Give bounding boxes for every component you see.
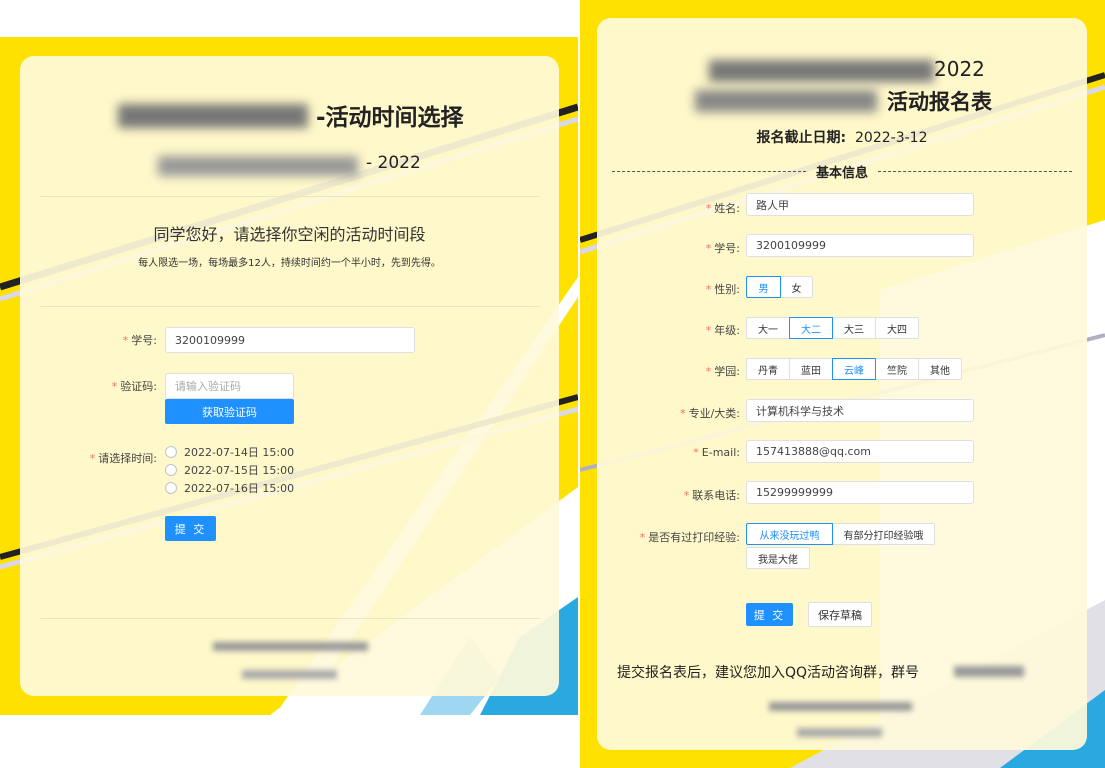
submit-button[interactable]: 提 交 [165, 516, 216, 541]
divider [40, 306, 540, 307]
time-label: * 请选择时间: [89, 452, 157, 465]
blurred-organization-name [709, 60, 934, 82]
radio-icon[interactable] [165, 482, 177, 494]
time-selection-page: -活动时间选择 - 2022 同学您好，请选择你空闲的活动时间段 每人限选一场，… [0, 37, 578, 715]
gender-option-male[interactable]: 男 [746, 276, 781, 298]
notice-text: 每人限选一场，每场最多12人，持续时间约一个半小时，先到先得。 [138, 258, 441, 269]
major-label: * 专业/大类: [680, 407, 740, 420]
save-draft-button[interactable]: 保存草稿 [808, 602, 872, 627]
campus-option-4[interactable]: 竺院 [875, 358, 919, 380]
registration-page: 2022 活动报名表 报名截止日期: 2022-3-12 基本信息 * 姓名: 路… [580, 0, 1105, 768]
blurred-organization-name [118, 104, 308, 128]
campus-option-2[interactable]: 蓝田 [789, 358, 833, 380]
phone-input[interactable]: 15299999999 [746, 481, 974, 504]
blurred-footer-line [797, 728, 882, 737]
captcha-input[interactable]: 请输入验证码 [165, 373, 294, 399]
student-id-input[interactable]: 3200109999 [165, 327, 415, 353]
experience-selector-row2: 我是大佬 [746, 547, 810, 569]
student-id-label: * 学号: [705, 242, 740, 255]
grade-option-2[interactable]: 大二 [789, 317, 833, 339]
campus-option-1[interactable]: 丹青 [746, 358, 790, 380]
campus-selector: 丹青 蓝田 云峰 竺院 其他 [746, 358, 962, 380]
dashed-divider [878, 171, 1073, 172]
divider [40, 618, 540, 619]
time-option-2[interactable]: 2022-07-15日 15:00 [165, 462, 294, 478]
divider [40, 196, 540, 197]
grade-label: * 年级: [705, 324, 740, 337]
campus-option-5[interactable]: 其他 [918, 358, 962, 380]
experience-option-3[interactable]: 我是大佬 [746, 547, 810, 569]
radio-icon[interactable] [165, 464, 177, 476]
gender-label: * 性别: [705, 283, 740, 296]
deadline-label: 报名截止日期: [756, 130, 847, 146]
page-title: -活动时间选择 [316, 105, 464, 131]
captcha-label: * 验证码: [111, 380, 157, 393]
blurred-event-name [695, 90, 877, 112]
grade-option-4[interactable]: 大四 [875, 317, 919, 339]
blurred-footer-line [213, 642, 368, 651]
grade-option-1[interactable]: 大一 [746, 317, 790, 339]
footer-text: 提交报名表后，建议您加入QQ活动咨询群，群号 [617, 665, 920, 681]
blurred-group-number [954, 666, 1024, 677]
time-selection-card: -活动时间选择 - 2022 同学您好，请选择你空闲的活动时间段 每人限选一场，… [20, 56, 559, 696]
greeting-text: 同学您好，请选择你空闲的活动时间段 [153, 225, 426, 244]
experience-option-1[interactable]: 从来没玩过鸭 [746, 523, 833, 545]
grade-option-3[interactable]: 大三 [832, 317, 876, 339]
gender-option-female[interactable]: 女 [780, 276, 813, 298]
experience-selector: 从来没玩过鸭 有部分打印经验哦 [746, 523, 935, 545]
section-title: 基本信息 [816, 166, 869, 181]
email-input[interactable]: 157413888@qq.com [746, 440, 974, 463]
name-input[interactable]: 路人甲 [746, 193, 974, 216]
campus-label: * 学园: [705, 365, 740, 378]
deadline: 报名截止日期: 2022-3-12 [597, 127, 1087, 147]
radio-icon[interactable] [165, 446, 177, 458]
experience-label: * 是否有过打印经验: [639, 531, 740, 544]
student-id-label: * 学号: [122, 334, 157, 347]
grade-selector: 大一 大二 大三 大四 [746, 317, 919, 339]
name-label: * 姓名: [705, 202, 740, 215]
major-input[interactable]: 计算机科学与技术 [746, 399, 974, 422]
phone-label: * 联系电话: [683, 489, 740, 502]
section-header: 基本信息 [597, 162, 1087, 181]
email-label: * E-mail: [693, 446, 740, 459]
deadline-value: 2022-3-12 [855, 130, 928, 146]
campus-option-3[interactable]: 云峰 [832, 358, 876, 380]
submit-button[interactable]: 提 交 [746, 603, 793, 626]
time-option-3[interactable]: 2022-07-16日 15:00 [165, 480, 294, 496]
experience-option-2[interactable]: 有部分打印经验哦 [832, 523, 935, 545]
get-captcha-button[interactable]: 获取验证码 [165, 399, 294, 424]
registration-card: 2022 活动报名表 报名截止日期: 2022-3-12 基本信息 * 姓名: 路… [597, 18, 1087, 750]
title-year: 2022 [934, 57, 985, 81]
dashed-divider [612, 171, 806, 172]
time-option-1[interactable]: 2022-07-14日 15:00 [165, 444, 294, 460]
student-id-input[interactable]: 3200109999 [746, 234, 974, 257]
blurred-event-name [158, 156, 358, 176]
blurred-footer-line [769, 702, 912, 711]
page-subtitle: - 2022 [366, 153, 421, 173]
gender-selector: 男 女 [746, 276, 813, 298]
page-title: 活动报名表 [887, 90, 992, 114]
blurred-footer-line [242, 670, 337, 679]
